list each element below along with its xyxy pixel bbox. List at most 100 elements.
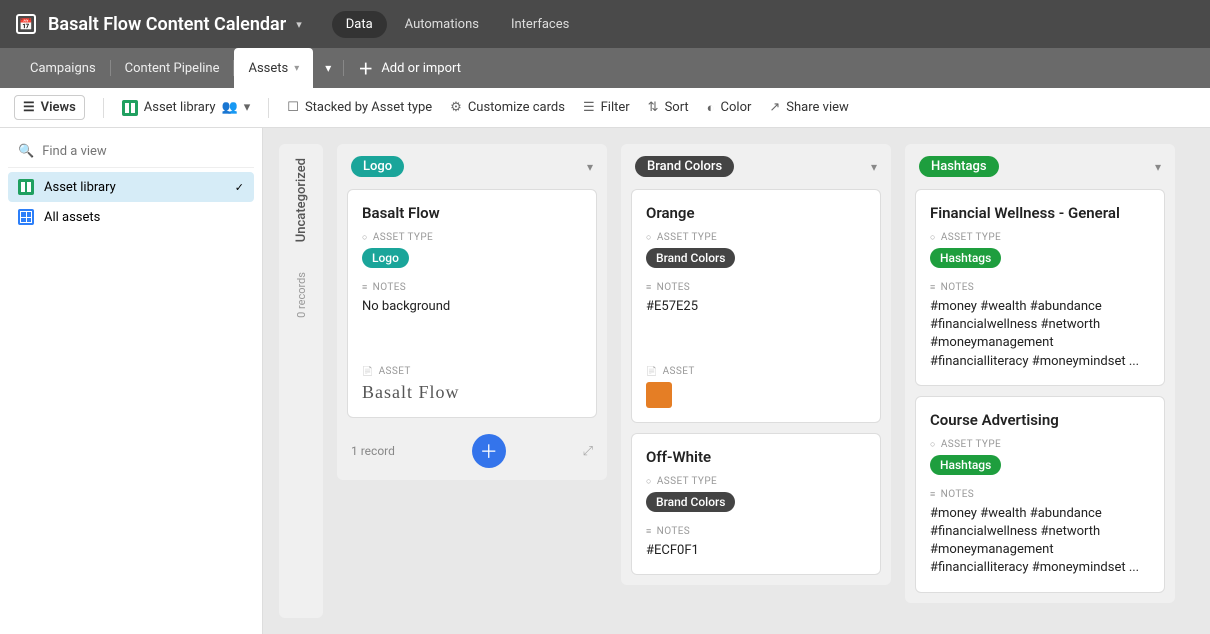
gallery-icon: [122, 100, 138, 116]
card-tag: Hashtags: [930, 455, 1001, 475]
uncategorized-count: 0 records: [295, 272, 308, 318]
view-label: All assets: [44, 210, 100, 225]
stack-icon: ☐: [287, 100, 299, 115]
column-tag-hashtags: Hashtags: [919, 156, 999, 177]
sort-button[interactable]: ⇅ Sort: [648, 100, 689, 115]
card-notes: #money #wealth #abundance #financialwell…: [930, 505, 1150, 578]
field-notes: NOTES: [930, 489, 1150, 500]
expand-icon[interactable]: ⤢: [583, 444, 593, 459]
card-title: Financial Wellness - General: [930, 204, 1150, 222]
current-view-name: Asset library: [144, 100, 216, 115]
sort-icon: ⇅: [648, 100, 659, 115]
color-label: Color: [721, 100, 752, 115]
column-menu-icon[interactable]: ▾: [871, 160, 877, 174]
field-notes: NOTES: [646, 282, 866, 293]
nav-interfaces[interactable]: Interfaces: [497, 11, 583, 38]
card-basalt-flow[interactable]: Basalt Flow ASSET TYPE Logo NOTES No bac…: [347, 189, 597, 418]
kanban-board: Uncategorized 0 records Logo ▾ Basalt Fl…: [263, 128, 1210, 634]
stacked-label: Stacked by Asset type: [305, 100, 432, 115]
card-title: Course Advertising: [930, 411, 1150, 429]
main-content: 🔍 Asset library ✓ All assets Uncategoriz…: [0, 128, 1210, 634]
stacked-by-button[interactable]: ☐ Stacked by Asset type: [287, 100, 432, 115]
chevron-down-icon: ▾: [244, 100, 251, 115]
people-icon: 👥: [222, 100, 238, 115]
column-brand-colors: Brand Colors ▾ Orange ASSET TYPE Brand C…: [621, 144, 891, 618]
card-title: Basalt Flow: [362, 204, 582, 222]
field-asset: ASSET: [646, 366, 866, 377]
card-notes: #money #wealth #abundance #financialwell…: [930, 298, 1150, 371]
share-view-button[interactable]: ↗ Share view: [769, 100, 848, 115]
check-icon: ✓: [235, 181, 244, 194]
card-financial-wellness[interactable]: Financial Wellness - General ASSET TYPE …: [915, 189, 1165, 386]
sidebar-view-all-assets[interactable]: All assets: [8, 202, 254, 232]
app-header: 📅 Basalt Flow Content Calendar ▾ Data Au…: [0, 0, 1210, 48]
color-swatch-orange: [646, 382, 672, 408]
header-nav: Data Automations Interfaces: [332, 11, 584, 38]
search-view-input[interactable]: [42, 144, 244, 159]
search-view[interactable]: 🔍: [8, 136, 254, 168]
card-tag: Brand Colors: [646, 492, 735, 512]
filter-button[interactable]: ☰ Filter: [583, 100, 630, 115]
card-tag: Brand Colors: [646, 248, 735, 268]
field-asset-type: ASSET TYPE: [930, 439, 1150, 450]
tab-assets-label: Assets: [248, 61, 288, 76]
card-title: Orange: [646, 204, 866, 222]
hamburger-icon: ☰: [23, 100, 35, 115]
more-tabs-button[interactable]: ▾: [313, 61, 343, 75]
field-asset-type: ASSET TYPE: [646, 232, 866, 243]
field-notes: NOTES: [930, 282, 1150, 293]
gallery-icon: [18, 179, 34, 195]
column-hashtags: Hashtags ▾ Financial Wellness - General …: [905, 144, 1175, 618]
app-title: Basalt Flow Content Calendar: [48, 14, 286, 35]
field-asset: ASSET: [362, 366, 582, 377]
title-dropdown-icon[interactable]: ▾: [296, 18, 302, 31]
color-icon: ◐: [707, 100, 715, 116]
column-uncategorized[interactable]: Uncategorized 0 records: [279, 144, 323, 618]
column-tag-brand: Brand Colors: [635, 156, 734, 177]
customize-label: Customize cards: [468, 100, 565, 115]
column-menu-icon[interactable]: ▾: [587, 160, 593, 174]
color-button[interactable]: ◐ Color: [707, 100, 752, 116]
view-label: Asset library: [44, 180, 116, 195]
search-icon: 🔍: [18, 144, 34, 159]
uncategorized-label: Uncategorized: [294, 158, 309, 242]
field-notes: NOTES: [646, 526, 866, 537]
tab-campaigns[interactable]: Campaigns: [16, 48, 110, 88]
card-tag: Hashtags: [930, 248, 1001, 268]
sidebar-view-asset-library[interactable]: Asset library ✓: [8, 172, 254, 202]
gear-icon: ⚙: [450, 100, 462, 115]
add-record-button[interactable]: ＋: [472, 434, 506, 468]
views-button[interactable]: ☰ Views: [14, 95, 85, 120]
card-course-advertising[interactable]: Course Advertising ASSET TYPE Hashtags N…: [915, 396, 1165, 593]
share-icon: ↗: [769, 100, 780, 115]
chevron-down-icon: ▾: [294, 63, 299, 74]
table-tabs: Campaigns Content Pipeline Assets ▾ ▾ ＋ …: [0, 48, 1210, 88]
current-view[interactable]: Asset library 👥 ▾: [122, 100, 251, 116]
field-asset-type: ASSET TYPE: [646, 476, 866, 487]
card-off-white[interactable]: Off-White ASSET TYPE Brand Colors NOTES …: [631, 433, 881, 575]
field-asset-type: ASSET TYPE: [930, 232, 1150, 243]
add-or-import-button[interactable]: ＋ Add or import: [344, 58, 475, 79]
tab-assets[interactable]: Assets ▾: [234, 48, 313, 88]
share-label: Share view: [786, 100, 848, 115]
card-orange[interactable]: Orange ASSET TYPE Brand Colors NOTES #E5…: [631, 189, 881, 423]
filter-label: Filter: [601, 100, 630, 115]
column-tag-logo: Logo: [351, 156, 404, 177]
add-import-label: Add or import: [381, 61, 461, 76]
field-notes: NOTES: [362, 282, 582, 293]
filter-icon: ☰: [583, 100, 595, 115]
view-toolbar: ☰ Views Asset library 👥 ▾ ☐ Stacked by A…: [0, 88, 1210, 128]
plus-icon: ＋: [358, 58, 373, 79]
card-title: Off-White: [646, 448, 866, 466]
customize-cards-button[interactable]: ⚙ Customize cards: [450, 100, 565, 115]
app-icon: 📅: [16, 14, 36, 34]
record-count: 1 record: [351, 444, 395, 458]
nav-automations[interactable]: Automations: [391, 11, 493, 38]
nav-data[interactable]: Data: [332, 11, 387, 38]
column-menu-icon[interactable]: ▾: [1155, 160, 1161, 174]
sort-label: Sort: [665, 100, 689, 115]
field-asset-type: ASSET TYPE: [362, 232, 582, 243]
tab-content-pipeline[interactable]: Content Pipeline: [111, 48, 234, 88]
asset-preview: Basalt Flow: [362, 382, 582, 403]
views-label: Views: [41, 100, 76, 115]
